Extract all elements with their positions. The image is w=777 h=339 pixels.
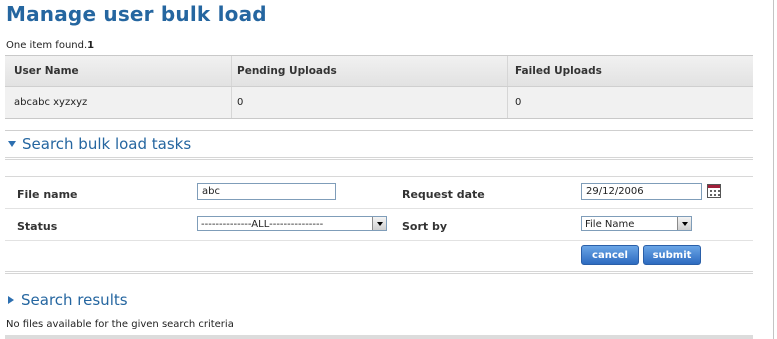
result-count-text: One item found. — [6, 40, 88, 51]
file-name-label: File name — [17, 188, 78, 201]
summary-header-row: User Name Pending Uploads Failed Uploads — [5, 56, 753, 87]
column-divider — [231, 56, 232, 86]
results-section-title[interactable]: Search results — [21, 291, 128, 309]
result-count: One item found.1 — [6, 40, 94, 51]
results-section-header[interactable]: Search results — [5, 288, 128, 312]
cell-failed-uploads: 0 — [515, 97, 522, 108]
cell-user-name: abcabc xyzxyz — [14, 97, 88, 108]
search-form: File name abc Request date 29/12/2006 St… — [5, 176, 753, 274]
column-header-user-name: User Name — [14, 65, 79, 77]
column-header-failed-uploads: Failed Uploads — [515, 65, 602, 77]
calendar-icon[interactable] — [707, 184, 721, 198]
collapse-triangle-icon[interactable] — [8, 141, 16, 147]
chevron-down-icon[interactable] — [372, 217, 386, 230]
search-section-header[interactable]: Search bulk load tasks — [5, 130, 753, 160]
column-divider — [507, 56, 508, 86]
chevron-down-icon[interactable] — [677, 217, 691, 230]
column-header-pending-uploads: Pending Uploads — [237, 65, 337, 77]
form-row-file-date: File name abc Request date 29/12/2006 — [5, 177, 753, 209]
column-divider — [507, 87, 508, 118]
result-count-value: 1 — [87, 40, 95, 51]
status-select-value: --------------ALL--------------- — [201, 219, 324, 230]
cell-pending-uploads: 0 — [237, 97, 244, 108]
search-section-title[interactable]: Search bulk load tasks — [22, 135, 191, 153]
results-footer-bar — [5, 335, 753, 339]
submit-button[interactable]: submit — [643, 245, 701, 265]
form-row-status-sort: Status --------------ALL--------------- … — [5, 209, 753, 241]
status-select[interactable]: --------------ALL--------------- — [197, 216, 387, 231]
table-row: abcabc xyzxyz 0 0 — [5, 87, 753, 118]
cancel-button[interactable]: cancel — [581, 245, 639, 265]
column-divider — [231, 87, 232, 118]
request-date-label: Request date — [402, 188, 485, 201]
no-results-message: No files available for the given search … — [6, 319, 234, 330]
sort-by-select-value: File Name — [585, 219, 635, 230]
window-edge — [773, 0, 774, 339]
status-label: Status — [17, 220, 58, 233]
page-title: Manage user bulk load — [6, 2, 267, 26]
user-summary-table: User Name Pending Uploads Failed Uploads… — [5, 55, 753, 119]
request-date-input[interactable]: 29/12/2006 — [581, 183, 702, 200]
file-name-input[interactable]: abc — [197, 183, 336, 200]
sort-by-label: Sort by — [402, 220, 448, 233]
sort-by-select[interactable]: File Name — [581, 216, 692, 231]
expand-triangle-icon[interactable] — [8, 296, 14, 304]
